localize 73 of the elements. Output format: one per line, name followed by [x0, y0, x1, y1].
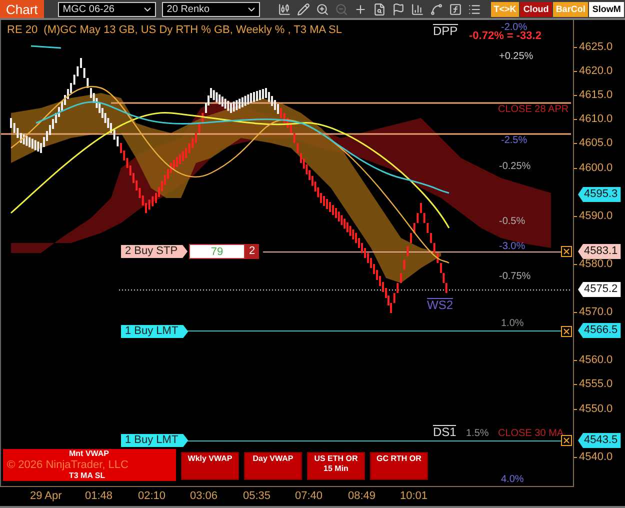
level-label: WS2	[427, 298, 454, 311]
price-tick: 4590.0	[574, 210, 613, 223]
percent-label: -0.5%	[499, 216, 526, 227]
order-tag[interactable]: 2 Buy STP	[121, 245, 188, 258]
percent-label: 4.0%	[501, 474, 524, 485]
percent-label: 1.0%	[501, 318, 524, 329]
indicator-button[interactable]: GC RTH OR	[370, 452, 428, 480]
indicator-button[interactable]: Day VWAP	[244, 452, 302, 480]
list-icon[interactable]	[468, 2, 481, 16]
column-chart-icon[interactable]	[410, 2, 424, 16]
percent-label: -0.25%	[499, 161, 531, 172]
document-search-icon[interactable]	[372, 2, 386, 16]
percent-label: 1.5%	[466, 428, 489, 439]
price-tick: 4540.0	[574, 450, 613, 464]
price-tick: 4620.0	[574, 65, 613, 78]
level-label: DPP	[433, 24, 458, 37]
time-tick: 03:06	[190, 490, 218, 502]
price-tick: 4625.0	[574, 41, 613, 54]
price-tick: 4605.0	[574, 137, 613, 150]
instrument-dropdown[interactable]: MGC 06-26	[58, 2, 156, 16]
price-tick: 4555.0	[574, 378, 613, 392]
toolbar-toggle-button[interactable]: SlowM	[589, 2, 624, 16]
indicator-button[interactable]: Wkly VWAP	[181, 452, 239, 480]
pencil-icon[interactable]	[296, 2, 310, 16]
moving-average-line	[30, 45, 62, 49]
price-tick: 4550.0	[574, 402, 613, 416]
panel-label: Mnt VWAP	[69, 449, 109, 458]
time-tick: 01:48	[85, 490, 113, 502]
time-tick: 02:10	[138, 490, 166, 502]
close-order-icon[interactable]	[561, 246, 572, 257]
percent-label: CLOSE 30 MA	[498, 428, 564, 439]
crosshair-icon[interactable]	[354, 2, 367, 16]
time-tick: 08:49	[348, 490, 376, 502]
level-label: DS1	[433, 425, 456, 438]
price-tick: 4570.0	[574, 306, 613, 320]
order-count: 2	[245, 244, 259, 259]
price-marker: 4543.5	[578, 433, 621, 448]
price-marker: 4575.2	[578, 282, 621, 297]
price-tick: 4600.0	[574, 162, 613, 174]
price-tick: 4615.0	[574, 89, 613, 102]
bar-chart-icon[interactable]	[278, 2, 291, 16]
close-order-icon[interactable]	[561, 326, 572, 337]
time-tick: 10:01	[400, 490, 428, 502]
copyright-text: © 2026 NinjaTrader, LLC	[7, 459, 128, 471]
time-tick: 29 Apr	[30, 490, 62, 502]
percent-label: -0.72% = -33.2	[469, 30, 542, 42]
time-tick: 05:35	[243, 490, 271, 502]
price-marker: 4583.1	[578, 244, 621, 259]
flag-icon[interactable]	[392, 2, 405, 16]
panel-label: T3 MA SL	[69, 471, 106, 480]
line-chart-icon[interactable]	[430, 2, 443, 16]
price-tick: 4580.0	[574, 258, 613, 271]
price-tick: 4560.0	[574, 354, 613, 368]
indicator-panel[interactable]	[3, 449, 176, 481]
chart-title: RE 20 (M)GC May 13 GB, US Dy RTH % GB, Weekly % , T3 MA SL	[7, 24, 342, 36]
chart-menu-button[interactable]: Chart	[0, 0, 44, 18]
price-tick: 4610.0	[574, 113, 613, 126]
bar-type-dropdown[interactable]: 20 Renko	[162, 2, 260, 16]
percent-label: +0.25%	[499, 51, 534, 62]
percent-label: -2.5%	[501, 135, 528, 146]
zoom-in-icon[interactable]	[316, 2, 329, 16]
indicator-button[interactable]: US ETH OR 15 Min	[307, 452, 365, 480]
close-order-icon[interactable]	[561, 435, 572, 446]
percent-label: -0.75%	[499, 271, 531, 282]
price-marker: 4566.5	[578, 323, 621, 338]
order-tag[interactable]: 1 Buy LMT	[121, 325, 188, 338]
order-tag[interactable]: 1 Buy LMT	[121, 434, 188, 447]
toolbar-toggle-button[interactable]: Cloud	[520, 2, 552, 16]
percent-label: -3.0%	[499, 241, 526, 252]
function-icon[interactable]	[448, 2, 462, 16]
price-marker: 4595.3	[578, 187, 621, 202]
percent-label: CLOSE 28 APR	[498, 104, 569, 115]
time-tick: 07:40	[295, 490, 323, 502]
